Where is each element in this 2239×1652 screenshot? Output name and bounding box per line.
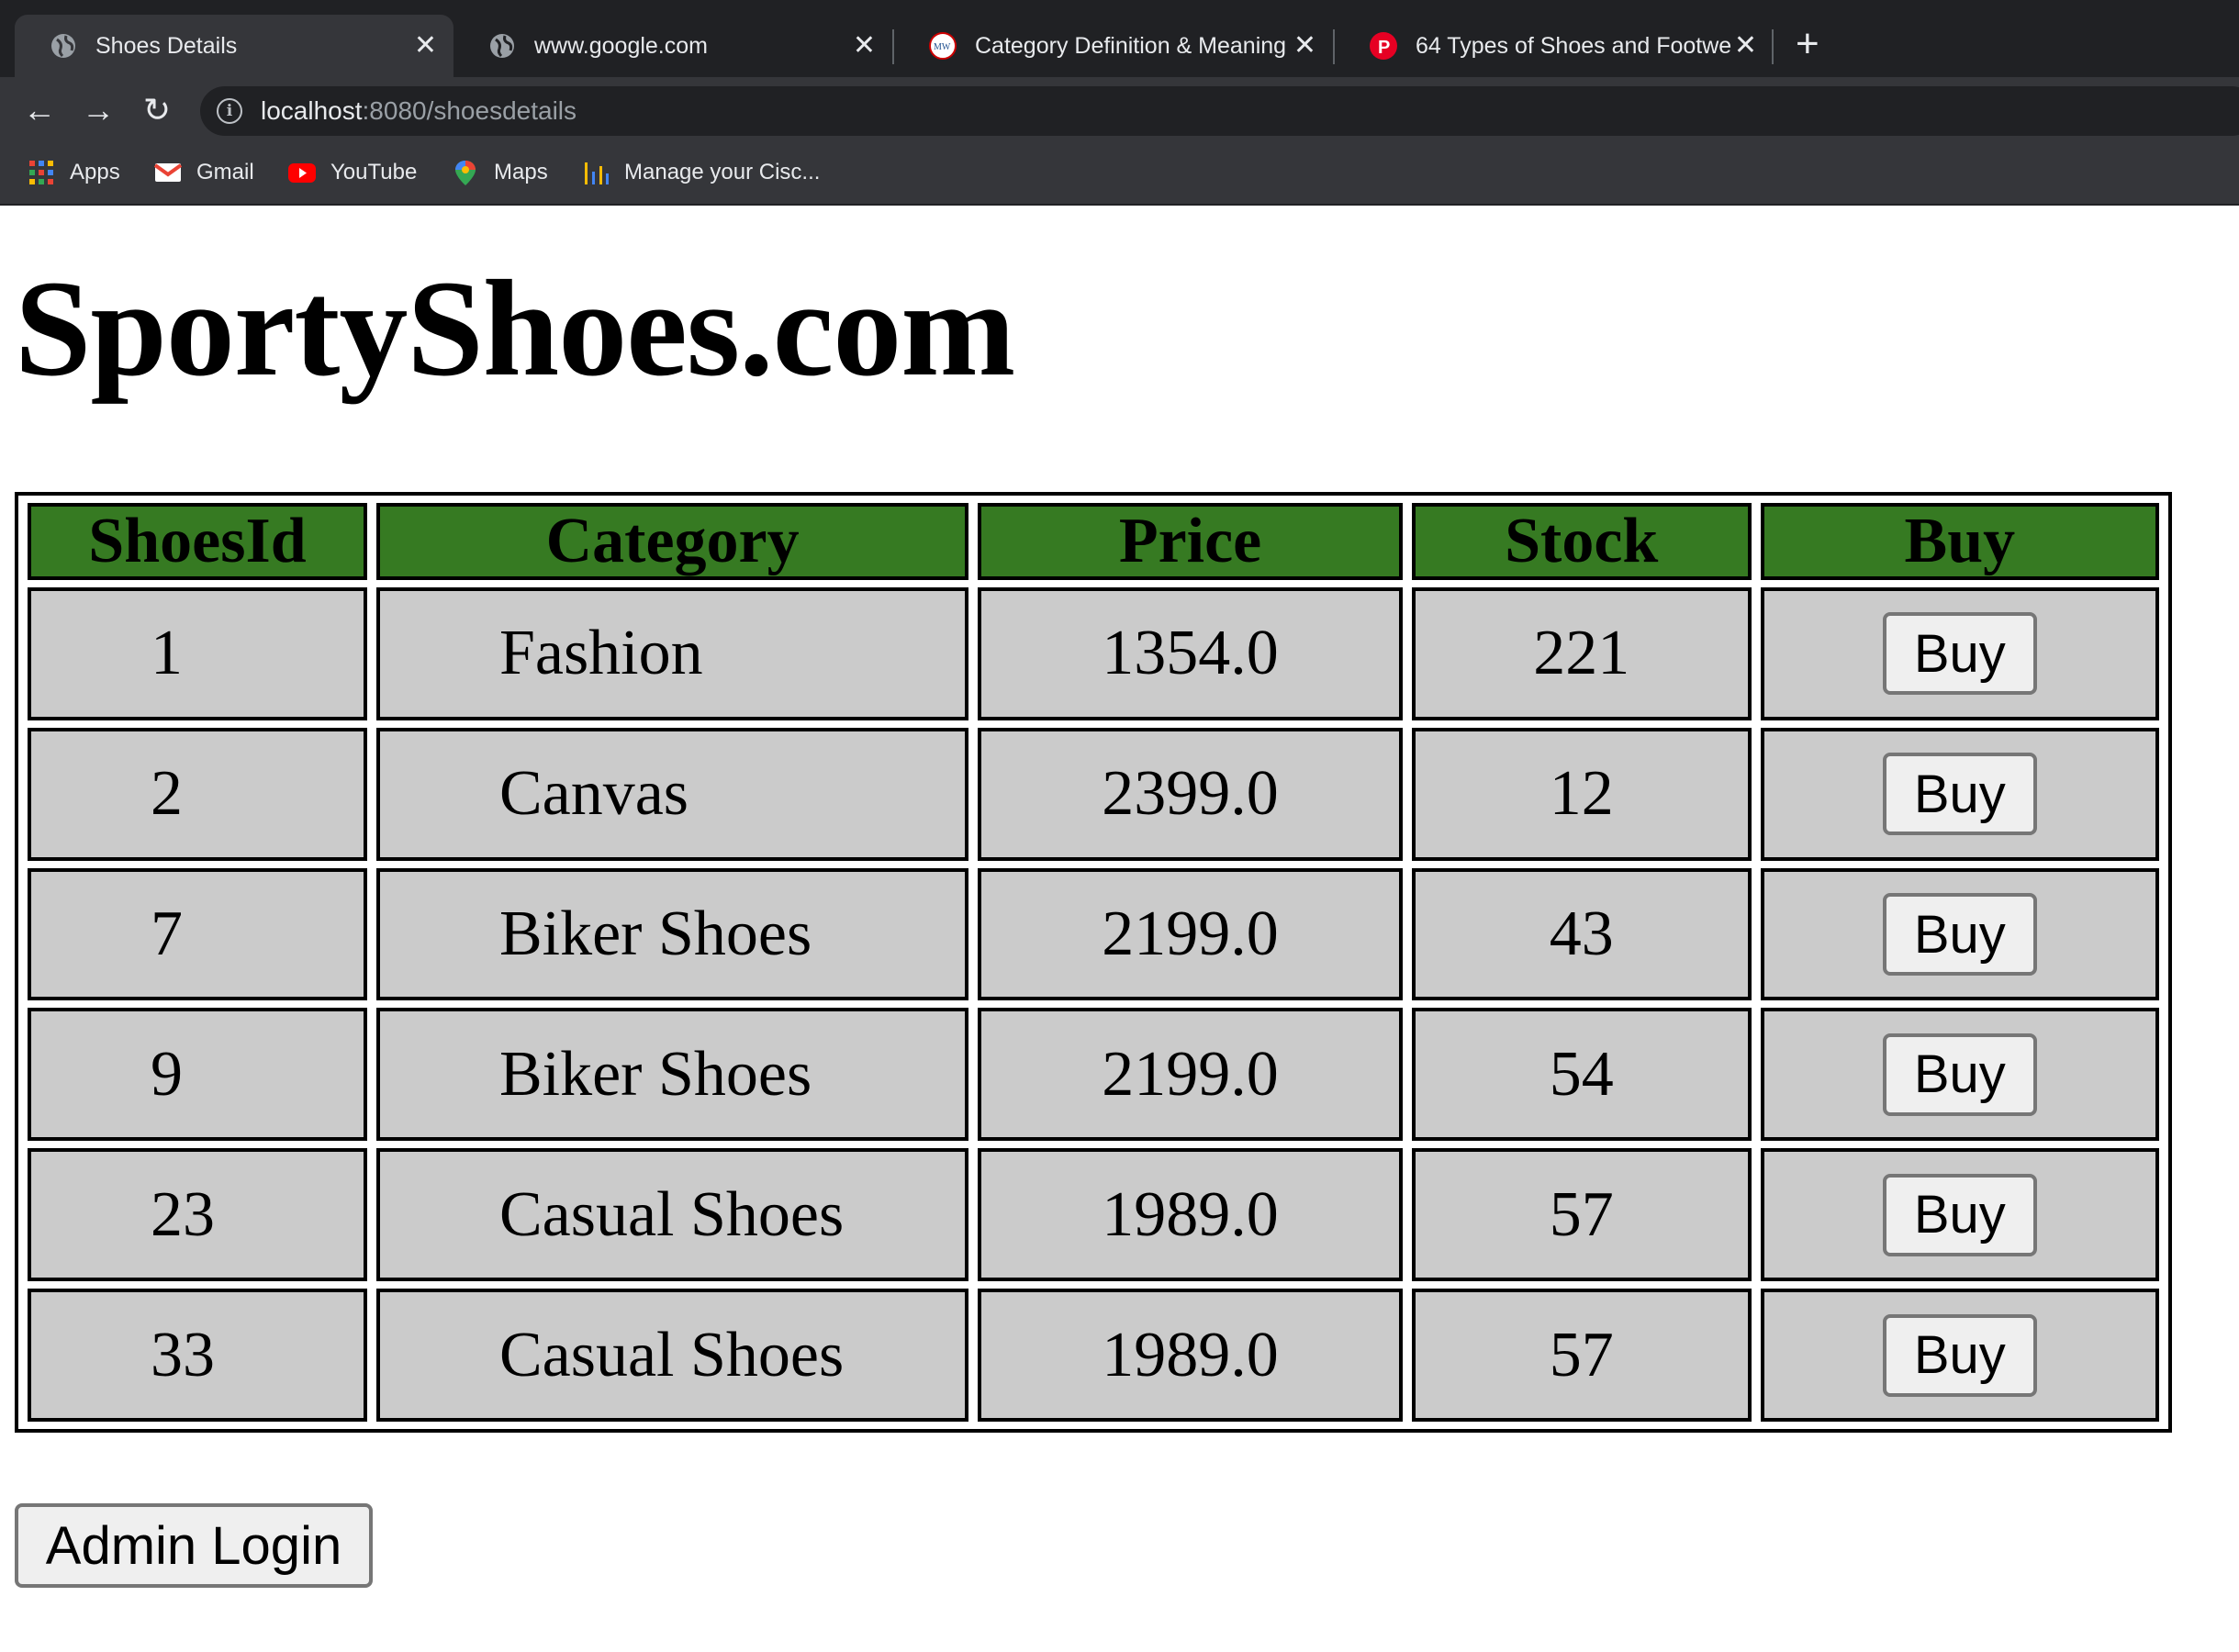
- shoes-id-cell: 33: [28, 1289, 367, 1422]
- bookmark-apps[interactable]: Apps: [28, 156, 120, 189]
- merriam-webster-icon: MW: [929, 32, 957, 60]
- stock-cell: 221: [1411, 587, 1752, 720]
- stock-cell: 57: [1411, 1148, 1752, 1282]
- svg-text:MW: MW: [934, 42, 951, 52]
- shoes-id-cell: 9: [28, 1008, 367, 1142]
- table-header-row: ShoesId Category Price Stock Buy: [28, 503, 2159, 580]
- category-cell: Biker Shoes: [375, 867, 969, 1001]
- buy-cell: Buy: [1760, 1008, 2159, 1142]
- price-cell: 1354.0: [978, 587, 1403, 720]
- table-row: 23 Casual Shoes 1989.0 57 Buy: [28, 1148, 2159, 1282]
- url-path: :8080/shoesdetails: [362, 96, 577, 125]
- table-row: 9 Biker Shoes 2199.0 54 Buy: [28, 1008, 2159, 1142]
- new-tab-plus-icon[interactable]: +: [1796, 20, 1819, 68]
- category-cell: Biker Shoes: [375, 1008, 969, 1142]
- globe-icon: [488, 32, 516, 60]
- table-row: 7 Biker Shoes 2199.0 43 Buy: [28, 867, 2159, 1001]
- svg-text:P: P: [1378, 38, 1390, 58]
- stock-cell: 43: [1411, 867, 1752, 1001]
- globe-icon: [50, 32, 77, 60]
- buy-button[interactable]: Buy: [1882, 893, 2037, 977]
- reload-icon[interactable]: ↻: [134, 77, 180, 143]
- bookmark-cisco[interactable]: Manage your Cisc...: [582, 156, 820, 189]
- stock-cell: 12: [1411, 727, 1752, 861]
- buy-cell: Buy: [1760, 1148, 2159, 1282]
- maps-icon: [452, 159, 479, 186]
- admin-login-button[interactable]: Admin Login: [15, 1503, 373, 1588]
- buy-button[interactable]: Buy: [1882, 1173, 2037, 1256]
- price-cell: 2399.0: [978, 727, 1403, 861]
- back-arrow-icon[interactable]: ←: [17, 77, 62, 143]
- bookmark-gmail[interactable]: Gmail: [153, 156, 254, 189]
- category-cell: Canvas: [375, 727, 969, 861]
- category-cell: Fashion: [375, 587, 969, 720]
- shoes-id-cell: 7: [28, 867, 367, 1001]
- url-host: localhost: [261, 96, 363, 125]
- tab-google[interactable]: www.google.com ✕: [453, 15, 892, 77]
- buy-button[interactable]: Buy: [1882, 1032, 2037, 1116]
- table-row: 1 Fashion 1354.0 221 Buy: [28, 587, 2159, 720]
- column-header-shoesid: ShoesId: [28, 503, 367, 580]
- address-bar[interactable]: i localhost:8080/shoesdetails: [200, 86, 2239, 136]
- price-cell: 1989.0: [978, 1148, 1403, 1282]
- column-header-buy: Buy: [1760, 503, 2159, 580]
- pinterest-icon: P: [1370, 32, 1397, 60]
- page-title: SportyShoes.com: [15, 252, 1015, 405]
- price-cell: 2199.0: [978, 1008, 1403, 1142]
- tab-title: www.google.com: [534, 32, 708, 59]
- buy-cell: Buy: [1760, 727, 2159, 861]
- price-cell: 1989.0: [978, 1289, 1403, 1422]
- buy-button[interactable]: Buy: [1882, 1313, 2037, 1397]
- column-header-category: Category: [375, 503, 969, 580]
- buy-cell: Buy: [1760, 867, 2159, 1001]
- buy-button[interactable]: Buy: [1882, 612, 2037, 696]
- category-cell: Casual Shoes: [375, 1148, 969, 1282]
- site-info-icon[interactable]: i: [217, 98, 242, 124]
- price-cell: 2199.0: [978, 867, 1403, 1001]
- forward-arrow-icon[interactable]: →: [75, 77, 121, 143]
- shoes-table: ShoesId Category Price Stock Buy 1 Fashi…: [15, 492, 2172, 1433]
- bookmark-label: YouTube: [330, 160, 418, 184]
- stock-cell: 57: [1411, 1289, 1752, 1422]
- cisco-icon: [582, 159, 610, 186]
- bookmark-label: Manage your Cisc...: [624, 160, 821, 184]
- buy-cell: Buy: [1760, 1289, 2159, 1422]
- youtube-icon: [288, 159, 316, 186]
- shoes-id-cell: 2: [28, 727, 367, 861]
- bookmark-label: Maps: [494, 160, 548, 184]
- bookmark-label: Gmail: [196, 160, 254, 184]
- bookmark-maps[interactable]: Maps: [452, 156, 548, 189]
- buy-button[interactable]: Buy: [1882, 753, 2037, 836]
- tab-title: Shoes Details: [95, 32, 238, 59]
- tab-title: Category Definition & Meaning: [975, 32, 1287, 59]
- gmail-icon: [153, 159, 183, 186]
- table-row: 2 Canvas 2399.0 12 Buy: [28, 727, 2159, 861]
- shoes-id-cell: 23: [28, 1148, 367, 1282]
- tab-category-definition[interactable]: MW Category Definition & Meaning ✕: [894, 15, 1333, 77]
- tab-shoes-details[interactable]: Shoes Details ✕: [15, 15, 453, 77]
- column-header-price: Price: [978, 503, 1403, 580]
- close-icon[interactable]: ✕: [1734, 32, 1757, 60]
- bookmark-youtube[interactable]: YouTube: [288, 156, 417, 189]
- bookmark-label: Apps: [70, 160, 120, 184]
- close-icon[interactable]: ✕: [853, 32, 876, 60]
- tab-separator: [1772, 29, 1774, 64]
- shoes-id-cell: 1: [28, 587, 367, 720]
- close-icon[interactable]: ✕: [1293, 32, 1316, 60]
- table-row: 33 Casual Shoes 1989.0 57 Buy: [28, 1289, 2159, 1422]
- buy-cell: Buy: [1760, 587, 2159, 720]
- apps-grid-icon: [28, 159, 55, 186]
- column-header-stock: Stock: [1411, 503, 1752, 580]
- category-cell: Casual Shoes: [375, 1289, 969, 1422]
- close-icon[interactable]: ✕: [414, 32, 437, 60]
- tab-title: 64 Types of Shoes and Footwe: [1416, 32, 1732, 59]
- tab-types-of-shoes[interactable]: P 64 Types of Shoes and Footwe ✕: [1335, 15, 1774, 77]
- stock-cell: 54: [1411, 1008, 1752, 1142]
